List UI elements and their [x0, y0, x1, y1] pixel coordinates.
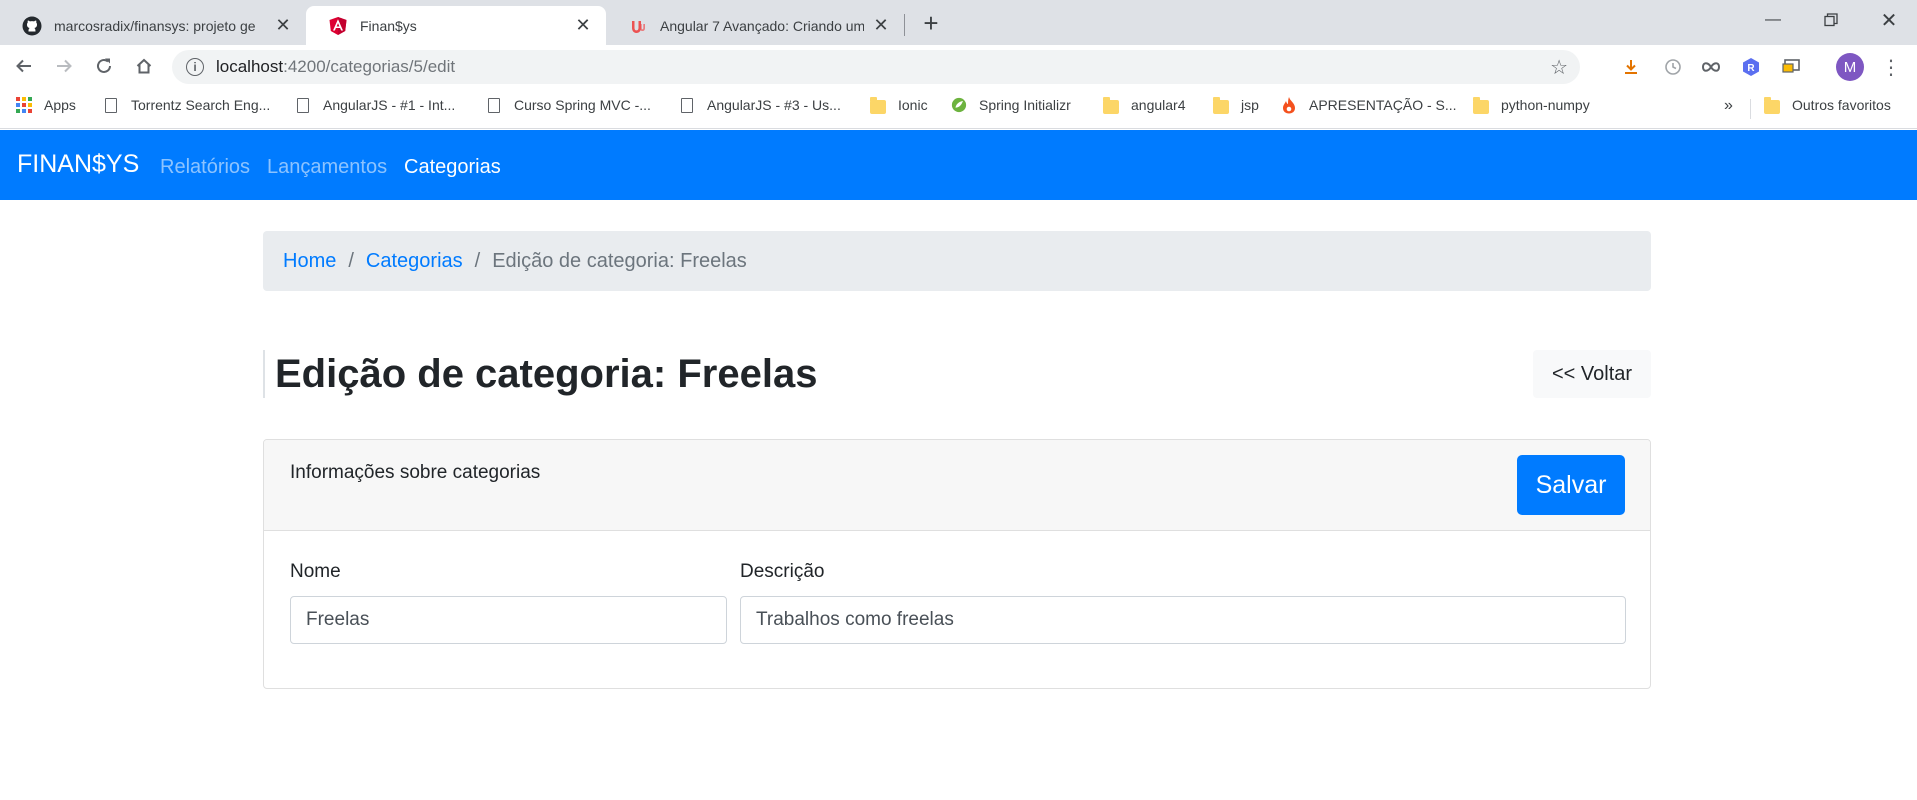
page-icon	[486, 97, 502, 113]
card-header-title: Informações sobre categorias	[290, 462, 541, 483]
descricao-label: Descrição	[740, 561, 825, 582]
url-host: localhost	[216, 57, 284, 76]
download-icon[interactable]	[1620, 56, 1642, 78]
window-close-button[interactable]: ✕	[1861, 0, 1917, 40]
bookmark-label: AngularJS - #1 - Int...	[323, 97, 456, 113]
restore-icon	[1824, 13, 1838, 27]
bookmarks-bar: Apps Torrentz Search Eng... AngularJS - …	[0, 87, 1917, 129]
bookmark-torrentz[interactable]: Torrentz Search Eng...	[103, 97, 270, 113]
breadcrumb-categorias[interactable]: Categorias	[366, 250, 463, 273]
folder-icon	[1213, 97, 1229, 114]
bookmark-apresentacao[interactable]: APRESENTAÇÃO - S...	[1281, 97, 1457, 114]
bookmarks-overflow-button[interactable]: »	[1724, 97, 1733, 115]
folder-icon	[1764, 97, 1780, 114]
fire-icon	[1281, 97, 1297, 114]
url-path: :4200/categorias/5/edit	[283, 57, 456, 76]
close-icon[interactable]: ✕	[870, 15, 892, 37]
bookmark-spring-initializr[interactable]: Spring Initializr	[951, 97, 1071, 113]
card-header: Informações sobre categorias Salvar	[264, 440, 1650, 531]
bookmark-label: Ionic	[898, 97, 928, 113]
bookmark-label: Apps	[44, 97, 76, 113]
bookmark-jsp[interactable]: jsp	[1213, 97, 1259, 114]
nome-input[interactable]: Freelas	[290, 596, 727, 644]
tab-separator	[904, 14, 905, 36]
tab-github[interactable]: marcosradix/finansys: projeto ge ✕	[0, 6, 306, 45]
nav-relatorios[interactable]: Relatórios	[160, 156, 250, 179]
extension-infinity-icon[interactable]	[1700, 56, 1722, 78]
extension-r-icon[interactable]: R	[1740, 56, 1762, 78]
info-icon[interactable]: i	[186, 58, 204, 76]
bookmark-label: APRESENTAÇÃO - S...	[1309, 97, 1457, 113]
udemy-icon	[628, 16, 648, 36]
bookmark-python-numpy[interactable]: python-numpy	[1473, 97, 1590, 114]
page-title: Edição de categoria: Freelas	[275, 352, 818, 396]
nav-categorias[interactable]: Categorias	[404, 156, 501, 179]
page-icon	[679, 97, 695, 113]
bookmark-angularjs-1[interactable]: AngularJS - #1 - Int...	[295, 97, 455, 113]
back-arrow-icon[interactable]	[8, 50, 40, 82]
bookmark-angular4[interactable]: angular4	[1103, 97, 1186, 114]
menu-dots-icon[interactable]: ⋮	[1880, 56, 1902, 79]
tab-finansys[interactable]: Finan$ys ✕	[306, 6, 606, 45]
minimize-button[interactable]: —	[1745, 0, 1801, 40]
bookmark-label: jsp	[1241, 97, 1259, 113]
cast-icon[interactable]	[1780, 56, 1802, 78]
close-icon[interactable]: ✕	[272, 15, 294, 37]
bookmark-label: Spring Initializr	[979, 97, 1071, 113]
browser-tab-strip: marcosradix/finansys: projeto ge ✕ Finan…	[0, 0, 1917, 45]
github-icon	[22, 16, 42, 36]
tab-title: Angular 7 Avançado: Criando um	[660, 17, 864, 34]
address-bar[interactable]: i localhost:4200/categorias/5/edit ☆	[172, 50, 1580, 84]
spring-icon	[951, 97, 967, 113]
new-tab-button[interactable]: +	[916, 8, 946, 38]
tab-title: marcosradix/finansys: projeto ge	[54, 17, 256, 34]
breadcrumb-separator: /	[348, 249, 354, 272]
bookmark-apps[interactable]: Apps	[16, 97, 76, 113]
bookmark-label: Curso Spring MVC -...	[514, 97, 651, 113]
tab-angular-course[interactable]: Angular 7 Avançado: Criando um ✕	[606, 6, 904, 45]
descricao-input[interactable]: Trabalhos como freelas	[740, 596, 1626, 644]
back-button[interactable]: << Voltar	[1533, 350, 1651, 398]
breadcrumb-separator: /	[474, 249, 481, 272]
folder-icon	[1473, 97, 1489, 114]
bookmark-label: Outros favoritos	[1792, 97, 1891, 113]
bookmark-label: Torrentz Search Eng...	[131, 97, 271, 113]
apps-icon	[16, 97, 32, 113]
reload-icon[interactable]	[88, 50, 120, 82]
svg-text:R: R	[1747, 63, 1755, 74]
save-button[interactable]: Salvar	[1517, 455, 1625, 515]
angular-icon	[328, 16, 348, 36]
bookmark-label: angular4	[1131, 97, 1186, 113]
breadcrumb: Home / Categorias / Edição de categoria:…	[263, 231, 1651, 291]
bookmarks-separator	[1750, 99, 1751, 119]
nav-lancamentos[interactable]: Lançamentos	[267, 156, 387, 179]
category-form-card: Informações sobre categorias Salvar Nome…	[263, 439, 1651, 689]
bookmark-label: python-numpy	[1501, 97, 1590, 113]
breadcrumb-current: Edição de categoria: Freelas	[492, 249, 747, 272]
close-icon[interactable]: ✕	[572, 15, 594, 37]
page-icon	[295, 97, 311, 113]
bookmark-other-favorites[interactable]: Outros favoritos	[1764, 97, 1891, 114]
bookmark-ionic[interactable]: Ionic	[870, 97, 928, 114]
restore-button[interactable]	[1803, 0, 1859, 40]
app-navbar: FINAN$YS Relatórios Lançamentos Categori…	[0, 130, 1917, 200]
extension-clock-icon[interactable]	[1662, 56, 1684, 78]
breadcrumb-home[interactable]: Home	[283, 250, 336, 273]
bookmark-spring-mvc[interactable]: Curso Spring MVC -...	[486, 97, 651, 113]
folder-icon	[870, 97, 886, 114]
folder-icon	[1103, 97, 1119, 114]
bookmark-angularjs-3[interactable]: AngularJS - #3 - Us...	[679, 97, 841, 113]
title-accent-bar	[263, 350, 265, 398]
page-icon	[103, 97, 119, 113]
forward-arrow-icon[interactable]	[48, 50, 80, 82]
bookmark-label: AngularJS - #3 - Us...	[707, 97, 841, 113]
tab-title: Finan$ys	[360, 17, 417, 34]
profile-avatar[interactable]: M	[1836, 53, 1864, 81]
home-icon[interactable]	[128, 50, 160, 82]
browser-toolbar: i localhost:4200/categorias/5/edit ☆ R M…	[0, 45, 1917, 87]
brand-logo[interactable]: FINAN$YS	[17, 150, 139, 179]
nome-label: Nome	[290, 561, 341, 582]
star-icon[interactable]: ☆	[1550, 55, 1568, 80]
